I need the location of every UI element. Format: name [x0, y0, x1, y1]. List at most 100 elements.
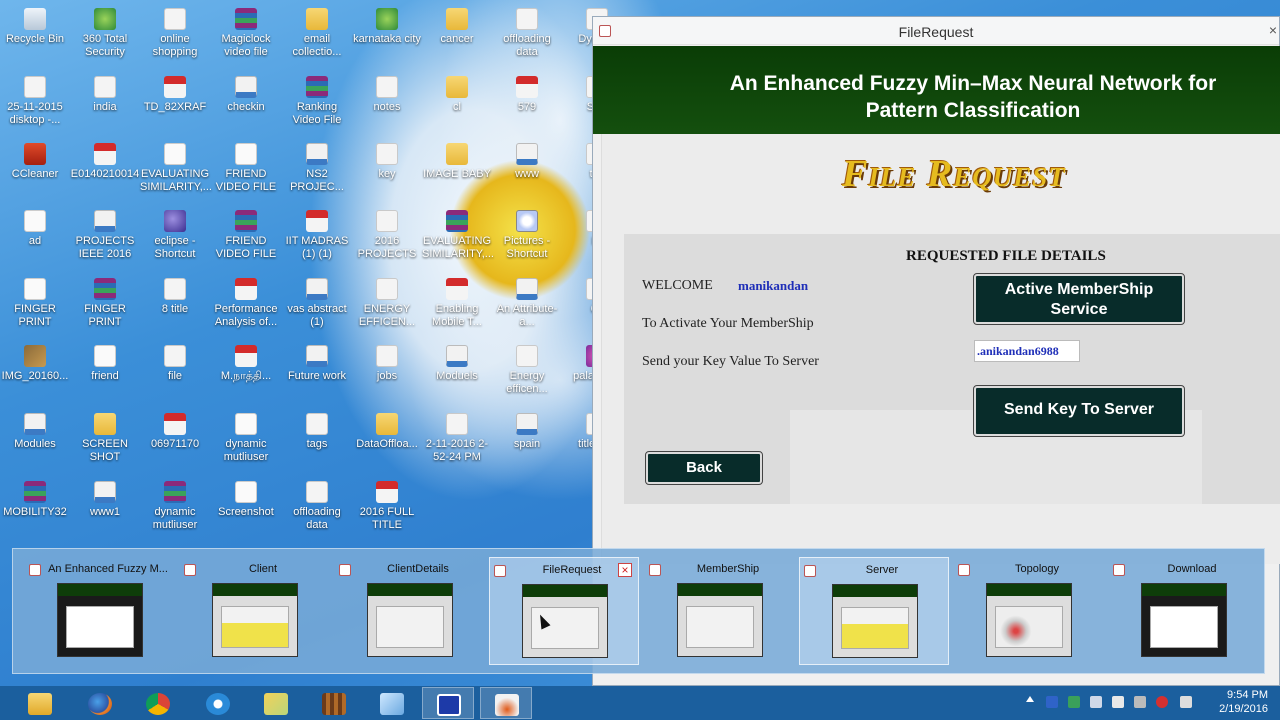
window-thumbnail[interactable]: MemberShip	[645, 557, 795, 665]
desktop-icon[interactable]: M.நாத்தி...	[211, 345, 281, 383]
close-icon[interactable]: ×	[618, 563, 632, 577]
desktop-icon[interactable]: FINGER PRINT	[70, 278, 140, 329]
desktop-icon[interactable]: MOBILITY32	[0, 481, 70, 519]
desktop-icon[interactable]: 06971170	[140, 413, 210, 451]
desktop-icon[interactable]: file	[140, 345, 210, 383]
key-value-field[interactable]: .anikandan6988	[974, 340, 1080, 362]
desktop-icon[interactable]: IMAGE BABY	[422, 143, 492, 181]
window-thumbnail[interactable]: Topology	[954, 557, 1104, 665]
desktop-icon[interactable]: E0140210014	[70, 143, 140, 181]
desktop-icon[interactable]: Pictures - Shortcut	[492, 210, 562, 261]
desktop-icon[interactable]: Screenshot	[211, 481, 281, 519]
window-titlebar[interactable]: FileRequest ×	[593, 17, 1279, 45]
desktop-icon[interactable]: Magiclock video file	[211, 8, 281, 59]
desktop-icon[interactable]: 2016 FULL TITLE	[352, 481, 422, 532]
desktop-icon[interactable]: IIT MADRAS (1) (1)	[282, 210, 352, 261]
tray-app-icon[interactable]	[1046, 696, 1058, 708]
desktop-icon[interactable]: 2-11-2016 2-52-24 PM	[422, 413, 492, 464]
desktop-icon[interactable]: FINGER PRINT	[0, 278, 70, 329]
desktop-icon[interactable]: www	[492, 143, 562, 181]
desktop-icon[interactable]: CCleaner	[0, 143, 70, 181]
desktop-icon[interactable]: PROJECTS IEEE 2016	[70, 210, 140, 261]
desktop-icon[interactable]: offloading data	[492, 8, 562, 59]
desktop-icon[interactable]: cancer	[422, 8, 492, 46]
desktop-icon[interactable]: Future work	[282, 345, 352, 383]
desktop-icon[interactable]: 25-11-2015 disktop -...	[0, 76, 70, 127]
window-thumbnail[interactable]: ClientDetails	[335, 557, 485, 665]
volume-icon[interactable]	[1180, 696, 1192, 708]
desktop-icon[interactable]: india	[70, 76, 140, 114]
window-thumbnail[interactable]: Client	[180, 557, 330, 665]
desktop-icon[interactable]: ad	[0, 210, 70, 248]
desktop-icon[interactable]: www1	[70, 481, 140, 519]
tray-green-icon[interactable]	[1068, 696, 1080, 708]
tray-monitor-icon[interactable]	[1090, 696, 1102, 708]
desktop-icon[interactable]: dynamic mutliuser	[140, 481, 210, 532]
desktop-icon[interactable]: Ranking Video File	[282, 76, 352, 127]
send-key-button[interactable]: Send Key To Server	[973, 385, 1185, 437]
desktop-icon[interactable]: eclipse - Shortcut	[140, 210, 210, 261]
desktop-icon-label: DataOffloa...	[356, 438, 418, 450]
desktop-icon[interactable]: 2016 PROJECTS	[352, 210, 422, 261]
thumbnail-label: Client	[248, 563, 278, 575]
desktop-icon[interactable]: spain	[492, 413, 562, 451]
taskbar-java[interactable]	[480, 687, 532, 719]
desktop-icon[interactable]: vas abstract (1)	[282, 278, 352, 329]
desktop-icon[interactable]: karnataka city	[352, 8, 422, 46]
desktop-icon[interactable]: EVALUATING SIMILARITY,...	[422, 210, 494, 261]
desktop-icon[interactable]: An Attribute-a...	[492, 278, 562, 329]
taskbar-java-ide[interactable]	[308, 687, 360, 719]
desktop-icon[interactable]: 8 title	[140, 278, 210, 316]
desktop-icon[interactable]: EVALUATING SIMILARITY,...	[140, 143, 212, 194]
desktop-icon[interactable]: NS2 PROJEC...	[282, 143, 352, 194]
close-icon[interactable]: ×	[1269, 22, 1277, 38]
desktop-icon[interactable]: Performance Analysis of...	[211, 278, 281, 329]
taskbar-notepad[interactable]	[366, 687, 418, 719]
desktop-icon[interactable]: Modules	[0, 413, 70, 451]
window-thumbnail[interactable]: An Enhanced Fuzzy M...	[25, 557, 175, 665]
desktop-icon[interactable]: Energy efficen...	[492, 345, 562, 396]
desktop-icon[interactable]: 360 Total Security	[70, 8, 140, 59]
taskbar-chrome[interactable]	[132, 687, 184, 719]
taskbar-folder[interactable]	[250, 687, 302, 719]
taskbar-internet-explorer[interactable]	[192, 687, 244, 719]
back-button[interactable]: Back	[645, 451, 763, 485]
desktop-icon[interactable]: Moduels	[422, 345, 492, 383]
desktop-icon[interactable]: notes	[352, 76, 422, 114]
desktop-icon-label: dynamic mutliuser	[152, 506, 198, 531]
desktop-icon[interactable]: tags	[282, 413, 352, 451]
desktop-icon[interactable]: FRIEND VIDEO FILE	[211, 143, 281, 194]
network-icon[interactable]	[1134, 696, 1146, 708]
taskbar-firefox[interactable]	[74, 687, 126, 719]
security-alert-icon[interactable]	[1156, 696, 1168, 708]
show-hidden-icons-icon[interactable]	[1026, 696, 1034, 702]
tray-flag-icon[interactable]	[1112, 696, 1124, 708]
window-thumbnail[interactable]: FileRequest ×	[489, 557, 639, 665]
desktop-icon[interactable]: Enabling Mobile T...	[422, 278, 492, 329]
desktop-icon[interactable]: Recycle Bin	[0, 8, 70, 46]
desktop-icon[interactable]: SCREEN SHOT	[70, 413, 140, 464]
desktop-icon[interactable]: offloading data	[282, 481, 352, 532]
desktop-icon[interactable]: cl	[422, 76, 492, 114]
window-thumbnail[interactable]: Download	[1109, 557, 1259, 665]
desktop-icon[interactable]: DataOffloa...	[352, 413, 422, 451]
window-thumbnail[interactable]: Server	[799, 557, 949, 665]
desktop-icon[interactable]: FRIEND VIDEO FILE	[211, 210, 281, 261]
desktop-icon[interactable]: checkin	[211, 76, 281, 114]
desktop-icon[interactable]: online shopping	[140, 8, 210, 59]
desktop-icon-label: cl	[453, 101, 461, 113]
desktop-icon[interactable]: IMG_20160...	[0, 345, 70, 383]
desktop-icon[interactable]: 579	[492, 76, 562, 114]
file-icon	[164, 278, 186, 300]
active-membership-button[interactable]: Active MemberShip Service	[973, 273, 1185, 325]
taskbar-file-explorer[interactable]	[14, 687, 66, 719]
desktop-icon[interactable]: email collectio...	[282, 8, 352, 59]
desktop-icon[interactable]: friend	[70, 345, 140, 383]
desktop-icon[interactable]: TD_82XRAF	[140, 76, 210, 114]
desktop-icon[interactable]: key	[352, 143, 422, 181]
desktop-icon[interactable]: jobs	[352, 345, 422, 383]
desktop-icon[interactable]: dynamic mutliuser	[211, 413, 281, 464]
desktop-icon[interactable]: ENERGY EFFICEN...	[352, 278, 422, 329]
taskbar-visual-app[interactable]	[422, 687, 474, 719]
system-clock[interactable]: 9:54 PM 2/19/2016	[1219, 688, 1268, 716]
